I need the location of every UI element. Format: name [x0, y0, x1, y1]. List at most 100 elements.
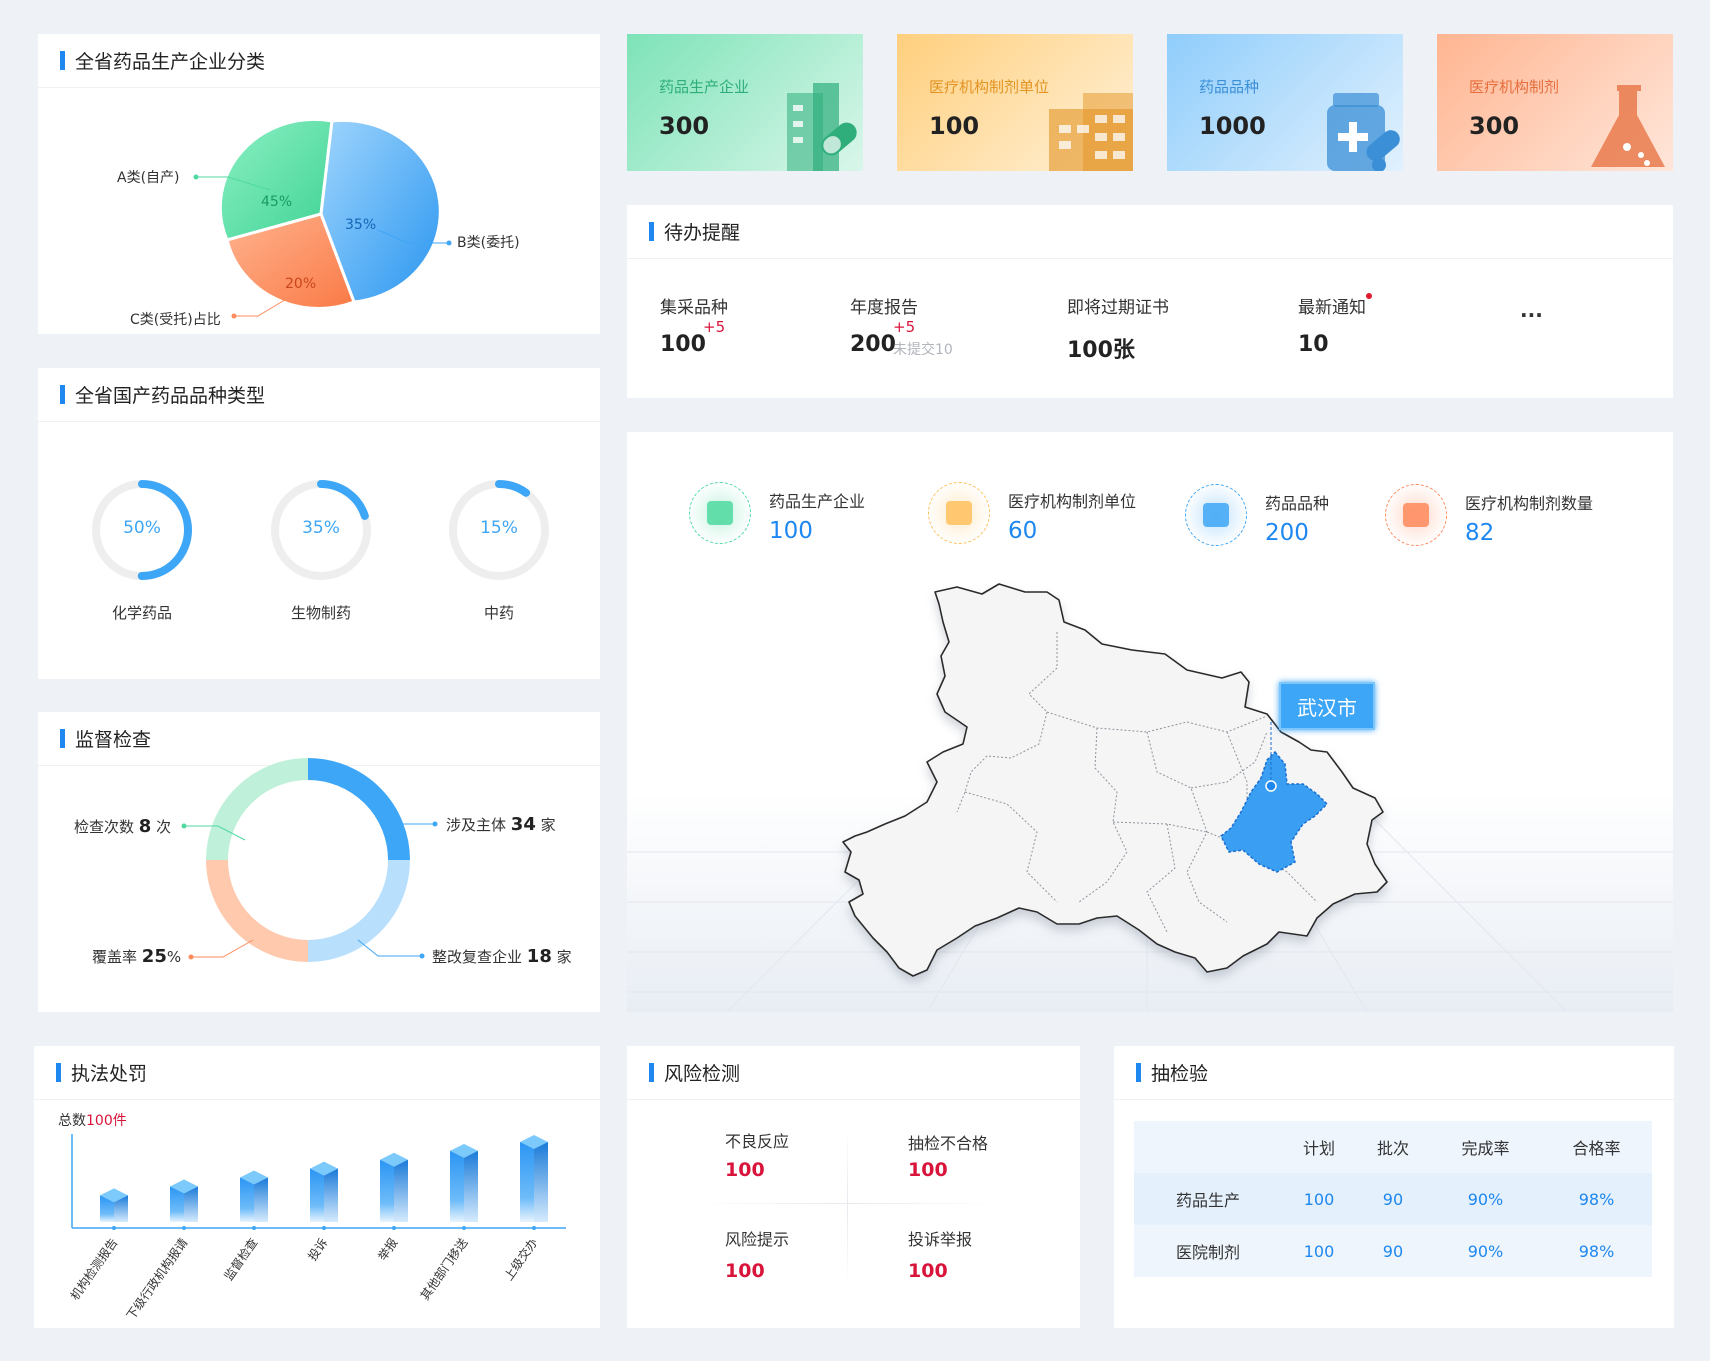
- drug-type-ring: 50% 化学药品: [86, 474, 198, 624]
- risk-divider-h: [697, 1203, 997, 1204]
- ring-label: 中药: [483, 604, 514, 622]
- map-stat-value: 60: [1008, 518, 1038, 544]
- map-stat-value: 82: [1465, 520, 1495, 546]
- flask-icon: [1591, 85, 1665, 167]
- bar[interactable]: [380, 1152, 408, 1222]
- panel-title: 风险检测: [664, 1063, 741, 1085]
- x-tick-label: 其他部门移送: [417, 1235, 471, 1303]
- column-header: [1134, 1121, 1282, 1173]
- title-marker: [60, 51, 65, 70]
- enforcement-panel: 执法处罚 总数100件 机构检测报告 下级行政机构报请 监督检查 投诉 举报 其他部门移送…: [34, 1046, 600, 1328]
- panel-title: 待办提醒: [664, 222, 741, 244]
- x-tick-label: 投诉: [304, 1235, 330, 1263]
- table-cell: 98%: [1578, 1189, 1615, 1209]
- risk-panel: 风险检测 不良反应 100 抽检不合格 100 风险提示 100 投诉举报 10…: [627, 1046, 1080, 1328]
- inspection-rectify: 整改复查企业 18 家: [432, 946, 572, 967]
- enforcement-bar-chart: 机构检测报告 下级行政机构报请 监督检查 投诉 举报 其他部门移送 上级交办: [67, 1134, 566, 1322]
- row-label: 医院制剂: [1175, 1243, 1240, 1262]
- panel-title: 抽检验: [1151, 1063, 1209, 1085]
- drug-type-ring: 35% 生物制药: [265, 474, 377, 624]
- x-tick: [322, 1226, 326, 1230]
- map-stat-label: 药品品种: [1265, 494, 1330, 513]
- x-tick: [182, 1226, 186, 1230]
- inspection-count: 检查次数 8 次: [74, 816, 172, 837]
- stat-card-value: 100: [929, 112, 980, 140]
- bar[interactable]: [520, 1135, 548, 1222]
- x-tick-label: 机构检测报告: [67, 1235, 121, 1303]
- stat-card-value: 1000: [1199, 112, 1266, 140]
- x-tick-label: 下级行政机构报请: [123, 1235, 190, 1322]
- title-marker: [649, 1063, 654, 1082]
- bar[interactable]: [240, 1170, 268, 1222]
- building-icon: [1049, 93, 1133, 171]
- table-cell: 98%: [1578, 1241, 1615, 1261]
- x-tick: [112, 1226, 116, 1230]
- bar[interactable]: [450, 1143, 478, 1222]
- x-tick: [532, 1226, 536, 1230]
- panel-header: 风险检测: [627, 1046, 1080, 1100]
- panel-header: 全省国产药品品种类型: [38, 368, 600, 422]
- building-icon: [928, 482, 990, 544]
- map-stat-value: 100: [769, 518, 813, 544]
- panel-header: 全省药品生产企业分类: [38, 34, 600, 88]
- inspection-donut: [181, 758, 438, 962]
- stat-card[interactable]: 医疗机构制剂单位 100: [897, 34, 1133, 171]
- drug-types-panel: 全省国产药品品种类型 50% 化学药品 35% 生物制药 15% 中药: [38, 368, 600, 679]
- stat-card-value: 300: [659, 112, 710, 140]
- building-pill-icon: [787, 83, 857, 171]
- ring-percent: 35%: [302, 518, 340, 538]
- stat-card[interactable]: 医疗机构制剂 300: [1437, 34, 1673, 171]
- x-tick-label: 举报: [374, 1235, 400, 1263]
- column-header: 完成率: [1461, 1139, 1510, 1158]
- sampling-panel: 抽检验 计划 批次 完成率 合格率 药品生产 100 90 90% 98% 医院…: [1114, 1046, 1674, 1328]
- column-header: 合格率: [1572, 1139, 1621, 1158]
- drug-type-ring: 15% 中药: [443, 474, 555, 624]
- bar[interactable]: [100, 1188, 128, 1222]
- notification-dot: [1366, 293, 1372, 299]
- column-header: 批次: [1376, 1139, 1409, 1158]
- row-label: 药品生产: [1175, 1191, 1240, 1210]
- stat-card-label: 药品品种: [1199, 78, 1260, 96]
- panel-title: 全省国产药品品种类型: [75, 385, 266, 407]
- table-row[interactable]: 药品生产 100 90 90% 98%: [1134, 1173, 1652, 1225]
- map-panel: 武汉市 药品生产企业 100 医疗机构制剂单位 60 药品品种 200 医疗机构制剂数量 82: [627, 432, 1673, 1012]
- map-stat-label: 医疗机构制剂数量: [1465, 494, 1594, 513]
- x-tick: [462, 1226, 466, 1230]
- slice-percent-b: 35%: [345, 217, 377, 233]
- bar[interactable]: [170, 1179, 198, 1222]
- map-stat-label: 医疗机构制剂单位: [1008, 492, 1137, 511]
- pie-chart: [193, 117, 452, 319]
- table-cell: 100: [1303, 1241, 1335, 1261]
- sampling-table: 计划 批次 完成率 合格率 药品生产 100 90 90% 98% 医院制剂 1…: [1134, 1121, 1652, 1277]
- medicine-bottle-icon: [1327, 93, 1400, 171]
- map-stat-label: 药品生产企业: [769, 492, 866, 511]
- stat-card-value: 300: [1469, 112, 1520, 140]
- column-header: 计划: [1302, 1139, 1335, 1158]
- title-marker: [1136, 1063, 1141, 1082]
- legend-label-a: A类(自产): [117, 170, 180, 186]
- inspection-coverage: 覆盖率 25%: [92, 946, 182, 967]
- stat-card[interactable]: 药品品种 1000: [1167, 34, 1403, 171]
- city-callout[interactable]: 武汉市: [1279, 682, 1375, 730]
- table-cell: 90: [1382, 1241, 1404, 1261]
- table-cell: 90: [1382, 1189, 1404, 1209]
- enterprise-classification-panel: 全省药品生产企业分类 A类(自产) B类(委托) C类(受托)占比 45% 35…: [38, 34, 600, 334]
- ring-percent: 50%: [123, 518, 161, 538]
- stat-card[interactable]: 药品生产企业 300: [627, 34, 863, 171]
- stat-card-label: 医疗机构制剂: [1469, 78, 1560, 96]
- building-pill-icon: [689, 482, 751, 544]
- slice-percent-c: 20%: [285, 276, 317, 292]
- panel-header: 待办提醒: [627, 205, 1673, 259]
- slice-percent-a: 45%: [261, 194, 293, 210]
- ring-percent: 15%: [480, 518, 518, 538]
- table-row[interactable]: 医院制剂 100 90 90% 98%: [1134, 1225, 1652, 1277]
- medicine-bottle-icon: [1185, 484, 1247, 546]
- more-button[interactable]: ···: [1520, 303, 1543, 327]
- table-cell: 100: [1303, 1189, 1335, 1209]
- todo-panel: 待办提醒 集采品种 100 +5 年度报告 200 +5 未提交10 即将过期证…: [627, 205, 1673, 398]
- ring-label: 化学药品: [111, 604, 172, 622]
- risk-divider-v: [847, 1126, 848, 1286]
- stat-card-label: 医疗机构制剂单位: [929, 78, 1050, 96]
- legend-label-b: B类(委托): [457, 235, 520, 251]
- bar[interactable]: [310, 1161, 338, 1222]
